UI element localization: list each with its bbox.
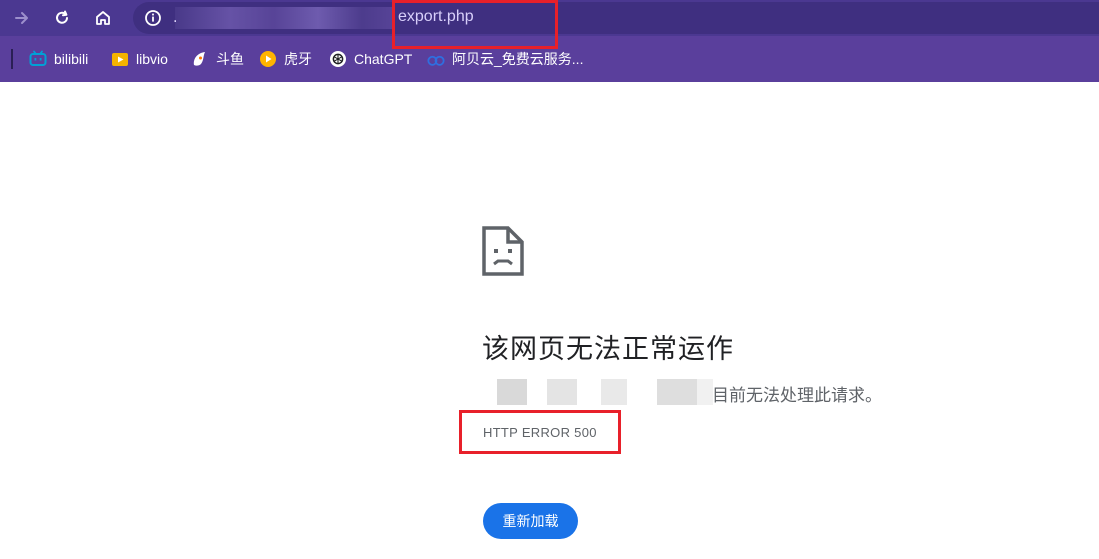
bookmark-chatgpt[interactable]: ChatGPT <box>329 48 412 70</box>
site-info-button[interactable] <box>141 6 165 30</box>
url-prefix: . <box>173 10 178 26</box>
bookmark-label: 虎牙 <box>284 51 312 67</box>
reload-page-button[interactable]: 重新加载 <box>483 503 578 539</box>
douyu-icon <box>191 50 209 68</box>
address-bar[interactable]: . export.php <box>133 2 1099 34</box>
home-button[interactable] <box>89 4 117 32</box>
bookmark-huya[interactable]: 虎牙 <box>259 48 312 70</box>
bookmark-libvio[interactable]: libvio <box>111 48 168 70</box>
bookmark-label: ChatGPT <box>354 51 413 67</box>
bookmark-label: bilibili <box>54 51 89 67</box>
site-info-icon <box>145 10 161 26</box>
bookmarks-separator <box>11 49 13 69</box>
reload-icon <box>56 10 68 24</box>
forward-button[interactable] <box>8 4 36 32</box>
home-icon <box>96 11 110 25</box>
bookmark-bilibili[interactable]: bilibili <box>29 48 88 70</box>
url-text[interactable]: export.php <box>398 8 474 26</box>
bookmark-label: libvio <box>136 51 168 67</box>
error-title: 该网页无法正常运作 <box>482 334 734 365</box>
redacted-host <box>497 379 713 405</box>
sad-page-icon <box>482 226 524 276</box>
bilibili-icon <box>29 50 47 68</box>
url-redacted <box>175 7 395 29</box>
bookmark-label: 斗鱼 <box>216 51 244 67</box>
huya-icon <box>259 50 277 68</box>
error-code: HTTP ERROR 500 <box>483 425 597 440</box>
bookmark-douyu[interactable]: 斗鱼 <box>191 48 244 70</box>
bookmark-abeiyun[interactable]: 阿贝云_免费云服务... <box>427 48 583 70</box>
bookmarks-bar: bilibili libvio 斗鱼 虎牙 ChatGPT 阿贝云_免费云服务.… <box>0 44 1099 74</box>
reload-button[interactable] <box>48 4 76 32</box>
browser-toolbar: . export.php <box>0 0 1099 36</box>
bookmark-label: 阿贝云_免费云服务... <box>452 51 584 67</box>
error-description: 目前无法处理此请求。 <box>712 386 882 406</box>
libvio-icon <box>111 50 129 68</box>
abeiyun-icon <box>427 50 445 68</box>
chatgpt-icon <box>329 50 347 68</box>
forward-icon <box>15 12 28 24</box>
